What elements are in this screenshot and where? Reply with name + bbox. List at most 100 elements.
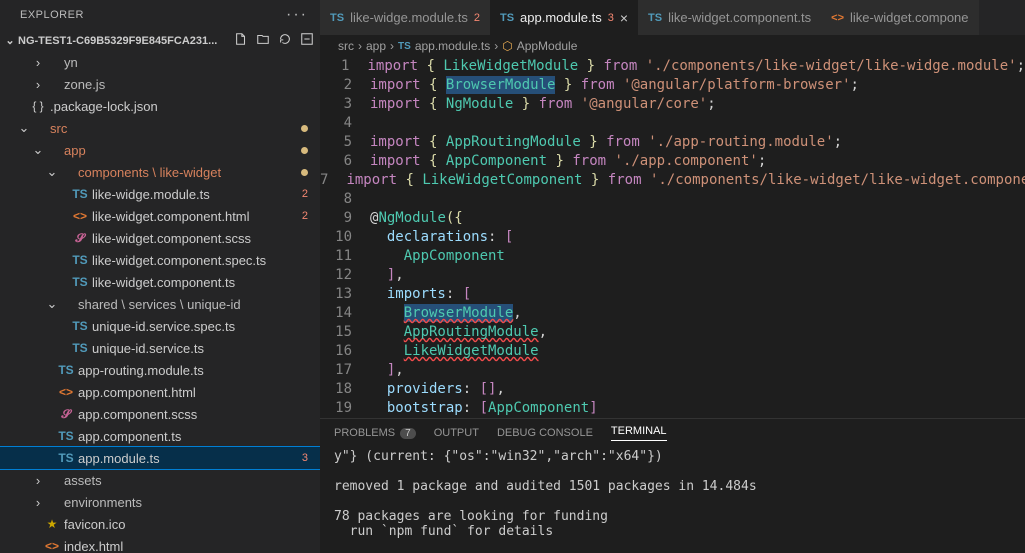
new-file-icon[interactable] bbox=[234, 32, 248, 49]
code-line[interactable]: 10 declarations: [ bbox=[320, 228, 1025, 247]
crumb-segment[interactable]: AppModule bbox=[517, 39, 578, 53]
tab-label: like-widge.module.ts bbox=[350, 10, 468, 25]
crumb-segment[interactable]: src bbox=[338, 39, 354, 53]
chevron-icon: ⌄ bbox=[46, 164, 58, 180]
tree-row[interactable]: ★favicon.ico bbox=[0, 513, 320, 535]
editor-tab[interactable]: TSapp.module.ts3× bbox=[490, 0, 638, 35]
chevron-icon: › bbox=[32, 473, 44, 488]
tree-row[interactable]: <>app.component.html bbox=[0, 381, 320, 403]
tree-row[interactable]: ⌄app bbox=[0, 139, 320, 161]
breadcrumb[interactable]: src›app›TSapp.module.ts›⬡AppModule bbox=[320, 35, 1025, 57]
code-line[interactable]: 19 bootstrap: [AppComponent] bbox=[320, 399, 1025, 418]
tree-row[interactable]: TSunique-id.service.spec.ts bbox=[0, 315, 320, 337]
crumb-segment[interactable]: app bbox=[366, 39, 386, 53]
line-number: 14 bbox=[320, 304, 370, 323]
code-line[interactable]: 7import { LikeWidgetComponent } from './… bbox=[320, 171, 1025, 190]
file-icon: TS bbox=[72, 341, 88, 355]
tree-row[interactable]: TSlike-widget.component.ts bbox=[0, 271, 320, 293]
tree-row[interactable]: TS app-routing.module.ts bbox=[0, 359, 320, 381]
close-icon[interactable]: × bbox=[620, 10, 628, 26]
tree-row[interactable]: ›yn bbox=[0, 51, 320, 73]
line-number: 16 bbox=[320, 342, 370, 361]
chevron-icon: › bbox=[32, 495, 44, 510]
line-number: 18 bbox=[320, 380, 370, 399]
tree-label: app.module.ts bbox=[78, 451, 298, 466]
code-line[interactable]: 3import { NgModule } from '@angular/core… bbox=[320, 95, 1025, 114]
code-line[interactable]: 16 LikeWidgetModule bbox=[320, 342, 1025, 361]
tree-row[interactable]: 𝓢app.component.scss bbox=[0, 403, 320, 425]
collapse-icon[interactable] bbox=[300, 32, 314, 49]
code-line[interactable]: 13 imports: [ bbox=[320, 285, 1025, 304]
terminal-output[interactable]: y"} (current: {"os":"win32","arch":"x64"… bbox=[320, 447, 1025, 553]
crumb-segment[interactable]: app.module.ts bbox=[415, 39, 490, 53]
chevron-icon: ⌄ bbox=[46, 296, 58, 312]
tree-row[interactable]: TSlike-widget.component.spec.ts bbox=[0, 249, 320, 271]
code-line[interactable]: 6import { AppComponent } from './app.com… bbox=[320, 152, 1025, 171]
code-line[interactable]: 12 ], bbox=[320, 266, 1025, 285]
explorer-more-icon[interactable]: ··· bbox=[286, 6, 308, 24]
code-line[interactable]: 2import { BrowserModule } from '@angular… bbox=[320, 76, 1025, 95]
chevron-icon: › bbox=[32, 55, 44, 70]
tab-label: like-widget.component.ts bbox=[668, 10, 811, 25]
file-type-icon: TS bbox=[648, 12, 662, 24]
line-number: 5 bbox=[320, 133, 370, 152]
tree-label: unique-id.service.ts bbox=[92, 341, 312, 356]
chevron-icon: ⌄ bbox=[32, 142, 44, 158]
chevron-down-icon: ⌄ bbox=[4, 34, 16, 47]
tab-label: app.module.ts bbox=[520, 10, 602, 25]
tree-row[interactable]: ⌄src bbox=[0, 117, 320, 139]
file-icon: <> bbox=[58, 385, 74, 399]
editor-tab[interactable]: TS like-widget.component.ts bbox=[638, 0, 821, 35]
code-line[interactable]: 1import { LikeWidgetModule } from './com… bbox=[320, 57, 1025, 76]
code-line[interactable]: 14 BrowserModule, bbox=[320, 304, 1025, 323]
file-icon: TS bbox=[58, 363, 74, 377]
code-line[interactable]: 17 ], bbox=[320, 361, 1025, 380]
panel-tab[interactable]: TERMINAL bbox=[611, 425, 667, 441]
chevron-right-icon: › bbox=[390, 39, 394, 53]
tree-row[interactable]: ⌄shared \ services \ unique-id bbox=[0, 293, 320, 315]
tree-row[interactable]: ›assets bbox=[0, 469, 320, 491]
code-line[interactable]: 18 providers: [], bbox=[320, 380, 1025, 399]
tree-row[interactable]: TSlike-widge.module.ts2 bbox=[0, 183, 320, 205]
tree-label: src bbox=[50, 121, 301, 136]
project-header[interactable]: ⌄ NG-TEST1-C69B5329F9E845FCA231... bbox=[0, 30, 320, 51]
tree-row[interactable]: TSapp.component.ts bbox=[0, 425, 320, 447]
code-editor[interactable]: 1import { LikeWidgetModule } from './com… bbox=[320, 57, 1025, 418]
refresh-icon[interactable] bbox=[278, 32, 292, 49]
tree-label: index.html bbox=[64, 539, 312, 553]
tree-row[interactable]: ⌄components \ like-widget bbox=[0, 161, 320, 183]
line-number: 8 bbox=[320, 190, 370, 209]
code-line[interactable]: 15 AppRoutingModule, bbox=[320, 323, 1025, 342]
line-number: 12 bbox=[320, 266, 370, 285]
tree-row[interactable]: <>index.html bbox=[0, 535, 320, 553]
line-number: 3 bbox=[320, 95, 370, 114]
editor-tab[interactable]: TSlike-widge.module.ts2 bbox=[320, 0, 490, 35]
panel-tabs: PROBLEMS7 OUTPUT DEBUG CONSOLE TERMINAL bbox=[320, 419, 1025, 447]
file-icon: <> bbox=[72, 209, 88, 223]
editor-tab[interactable]: <>like-widget.compone bbox=[821, 0, 978, 35]
panel-tab[interactable]: DEBUG CONSOLE bbox=[497, 425, 593, 441]
tree-row[interactable]: TS unique-id.service.ts bbox=[0, 337, 320, 359]
code-line[interactable]: 4 bbox=[320, 114, 1025, 133]
tree-row[interactable]: { }.package-lock.json bbox=[0, 95, 320, 117]
chevron-right-icon: › bbox=[358, 39, 362, 53]
tab-badge: 3 bbox=[608, 12, 614, 24]
file-icon: { } bbox=[30, 99, 46, 113]
tree-row[interactable]: ›zone.js bbox=[0, 73, 320, 95]
tree-row[interactable]: ›environments bbox=[0, 491, 320, 513]
code-line[interactable]: 5import { AppRoutingModule } from './app… bbox=[320, 133, 1025, 152]
tree-row[interactable]: 𝓢like-widget.component.scss bbox=[0, 227, 320, 249]
error-badge: 2 bbox=[298, 210, 312, 222]
tree-label: app-routing.module.ts bbox=[78, 363, 312, 378]
new-folder-icon[interactable] bbox=[256, 32, 270, 49]
panel-tab[interactable]: PROBLEMS7 bbox=[334, 425, 416, 441]
tree-label: app.component.scss bbox=[78, 407, 312, 422]
code-line[interactable]: 9@NgModule({ bbox=[320, 209, 1025, 228]
panel-tab[interactable]: OUTPUT bbox=[434, 425, 479, 441]
modified-dot bbox=[301, 169, 308, 176]
tree-row[interactable]: <>like-widget.component.html2 bbox=[0, 205, 320, 227]
tree-label: favicon.ico bbox=[64, 517, 312, 532]
code-line[interactable]: 11 AppComponent bbox=[320, 247, 1025, 266]
code-line[interactable]: 8 bbox=[320, 190, 1025, 209]
tree-row[interactable]: TSapp.module.ts3 bbox=[0, 447, 320, 469]
